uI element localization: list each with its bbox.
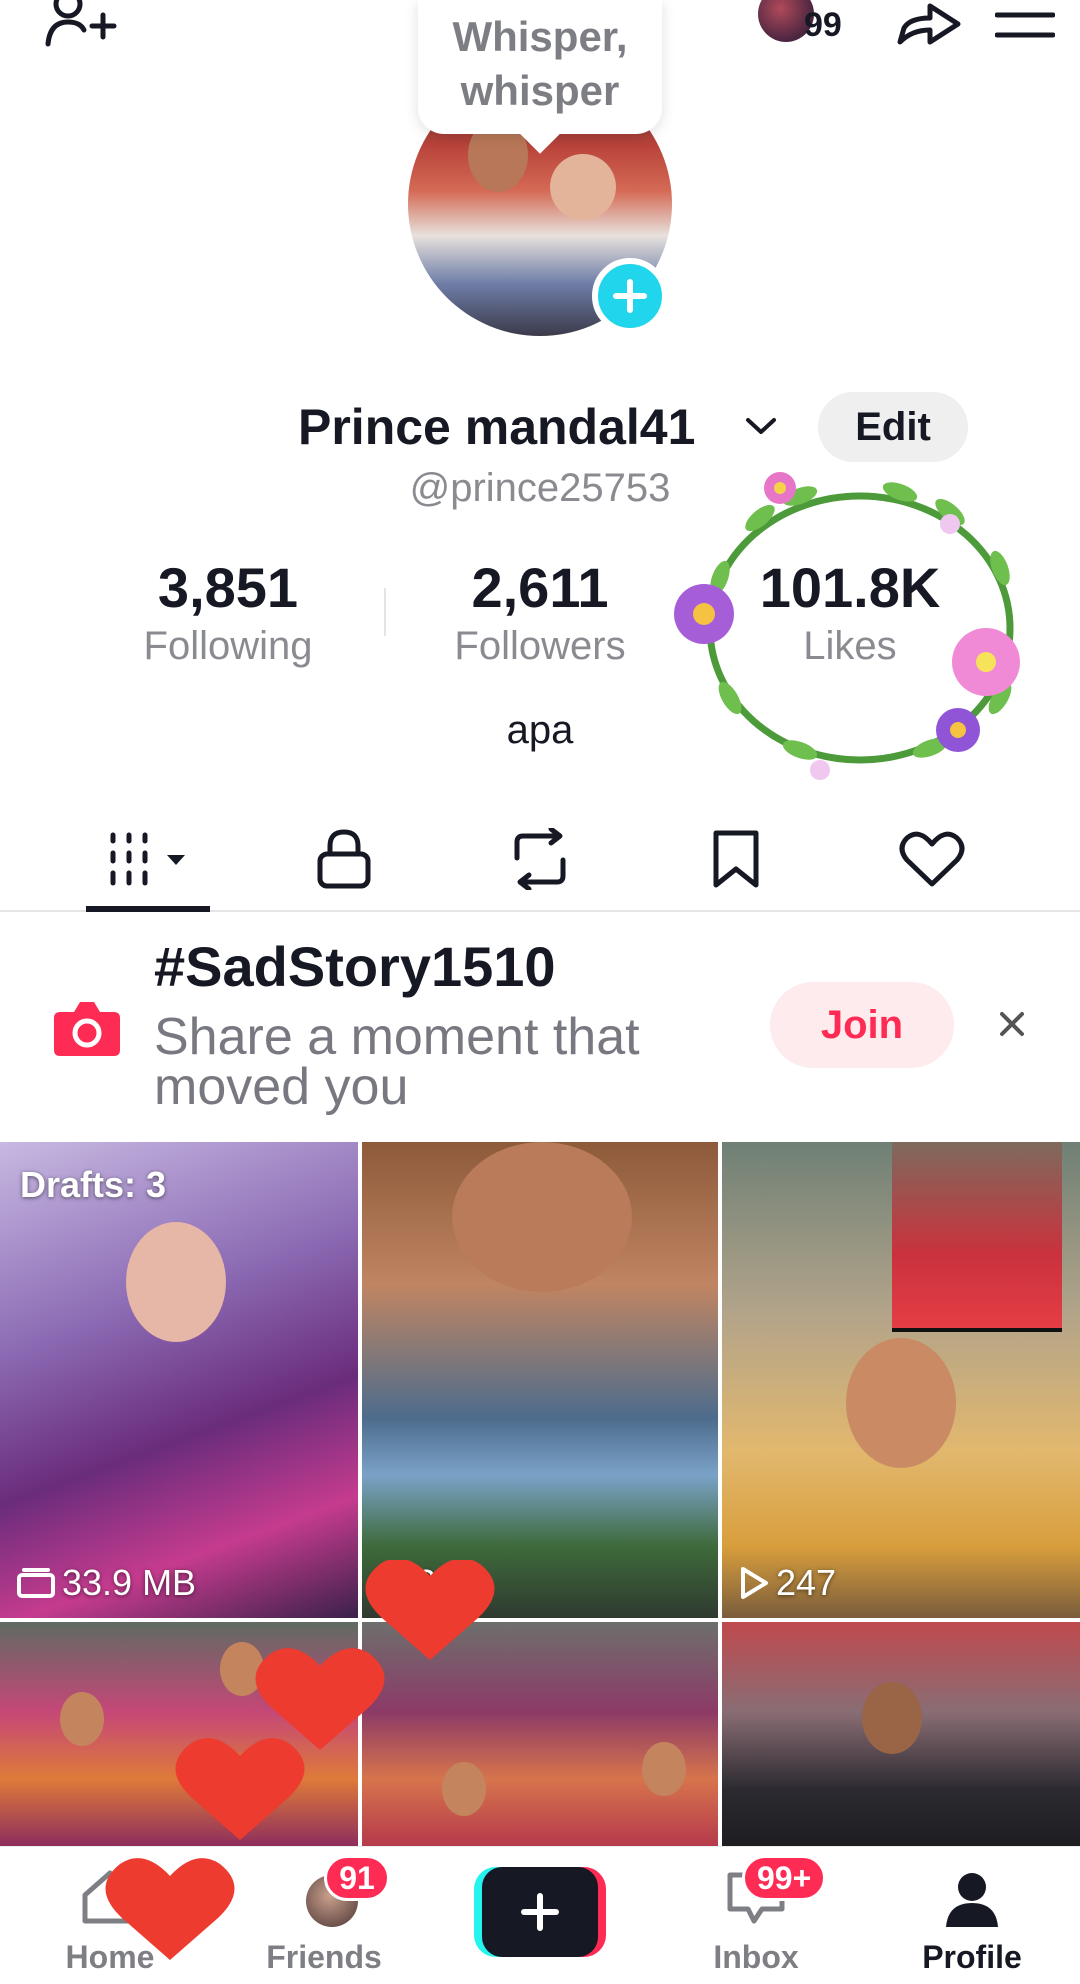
play-icon xyxy=(381,1567,408,1599)
view-count: 247 xyxy=(738,1562,836,1604)
tab-reposts[interactable] xyxy=(442,808,638,910)
nav-inbox-label: Inbox xyxy=(713,1939,799,1975)
drafts-folder-icon xyxy=(17,1568,55,1598)
video-thumbnail[interactable]: 213 xyxy=(362,1142,718,1618)
create-button[interactable] xyxy=(474,1867,606,1957)
tab-liked[interactable] xyxy=(834,808,1030,910)
add-story-plus-icon[interactable] xyxy=(592,258,668,334)
content-tabs xyxy=(0,808,1080,912)
thumbnail-face xyxy=(220,1642,264,1696)
nav-friends-label: Friends xyxy=(266,1939,382,1975)
stat-followers[interactable]: 2,611 Followers xyxy=(410,556,670,672)
chevron-down-icon[interactable] xyxy=(744,414,778,443)
stat-likes[interactable]: 101.8K Likes xyxy=(720,556,980,672)
user-handle: @prince25753 xyxy=(409,466,671,510)
video-grid: Drafts: 3 33.9 MB 213 247 xyxy=(0,1142,1080,1846)
video-thumbnail-drafts[interactable]: Drafts: 3 33.9 MB xyxy=(0,1142,358,1618)
drafts-label: Drafts: 3 xyxy=(20,1164,167,1205)
draft-size-value: 33.9 MB xyxy=(62,1562,197,1603)
draft-size: 33.9 MB xyxy=(16,1562,196,1604)
likes-count: 101.8K xyxy=(759,556,941,619)
friends-badge: 91 xyxy=(324,1855,390,1901)
thumbnail-face xyxy=(60,1692,104,1746)
nav-inbox[interactable]: 99+ Inbox xyxy=(656,1847,856,1984)
close-icon[interactable] xyxy=(990,1002,1034,1046)
lock-icon xyxy=(317,829,371,889)
nav-friends[interactable]: 91 Friends xyxy=(224,1847,424,1984)
video-thumbnail[interactable]: 247 xyxy=(722,1142,1080,1618)
tab-favorites[interactable] xyxy=(638,808,834,910)
name-row: Prince mandal41 Edit xyxy=(0,392,1080,462)
view-count-value: 213 xyxy=(416,1562,477,1603)
thumbnail-face xyxy=(862,1682,922,1754)
top-right-actions: 99 xyxy=(758,0,1060,50)
grid-icon xyxy=(110,832,185,886)
whisper-line-1: Whisper, xyxy=(452,13,628,60)
story-badge[interactable]: 99 xyxy=(758,0,868,50)
add-friend-icon[interactable] xyxy=(40,0,120,50)
video-thumbnail[interactable] xyxy=(362,1622,718,1846)
view-count-value: 247 xyxy=(776,1562,837,1603)
join-button[interactable]: Join xyxy=(770,982,954,1068)
video-thumbnail[interactable] xyxy=(0,1622,358,1846)
thumbnail-inset-photo xyxy=(892,1142,1062,1332)
plus-icon xyxy=(482,1867,598,1957)
profile-icon xyxy=(946,1873,998,1927)
display-name: Prince mandal41 xyxy=(298,399,696,455)
camera-icon xyxy=(52,998,122,1058)
view-count: 213 xyxy=(378,1562,476,1604)
bookmark-icon xyxy=(713,830,759,888)
inbox-badge: 99+ xyxy=(742,1855,827,1901)
thumbnail-face xyxy=(126,1222,226,1342)
whisper-line-2: whisper xyxy=(460,67,620,114)
edit-profile-button[interactable]: Edit xyxy=(818,392,968,462)
thumbnail-face xyxy=(442,1762,486,1816)
play-icon xyxy=(741,1567,768,1599)
video-thumbnail[interactable] xyxy=(722,1622,1080,1846)
nav-profile[interactable]: Profile xyxy=(872,1847,1072,1984)
menu-icon[interactable] xyxy=(990,0,1060,50)
likes-label: Likes xyxy=(803,624,897,668)
avatar-face xyxy=(550,154,616,220)
challenge-banner[interactable]: #SadStory1510 Share a moment that moved … xyxy=(0,916,1080,1142)
profile-bio: apa xyxy=(506,708,574,752)
nav-profile-label: Profile xyxy=(922,1939,1022,1975)
home-icon xyxy=(82,1870,138,1924)
following-count: 3,851 xyxy=(157,556,299,619)
following-label: Following xyxy=(143,624,313,668)
thumbnail-face xyxy=(452,1142,632,1292)
whisper-bubble[interactable]: Whisper, whisper xyxy=(418,0,662,134)
tab-videos[interactable] xyxy=(50,808,246,910)
story-count: 99 xyxy=(804,6,842,44)
followers-count: 2,611 xyxy=(471,556,609,619)
stat-following[interactable]: 3,851 Following xyxy=(98,556,358,672)
thumbnail-face xyxy=(642,1742,686,1796)
share-icon[interactable] xyxy=(894,0,964,50)
challenge-title: #SadStory1510 xyxy=(154,935,556,998)
heart-icon xyxy=(899,831,965,887)
nav-home-label: Home xyxy=(65,1939,155,1975)
stat-divider xyxy=(384,588,386,636)
bottom-navigation: Home 91 Friends 99+ Inbox Profile xyxy=(0,1846,1080,1984)
challenge-subtitle: Share a moment that moved you xyxy=(154,1008,640,1116)
repost-icon xyxy=(514,828,566,890)
followers-label: Followers xyxy=(454,624,626,668)
nav-home[interactable]: Home xyxy=(10,1847,210,1984)
thumbnail-face xyxy=(846,1338,956,1468)
tab-private[interactable] xyxy=(246,808,442,910)
